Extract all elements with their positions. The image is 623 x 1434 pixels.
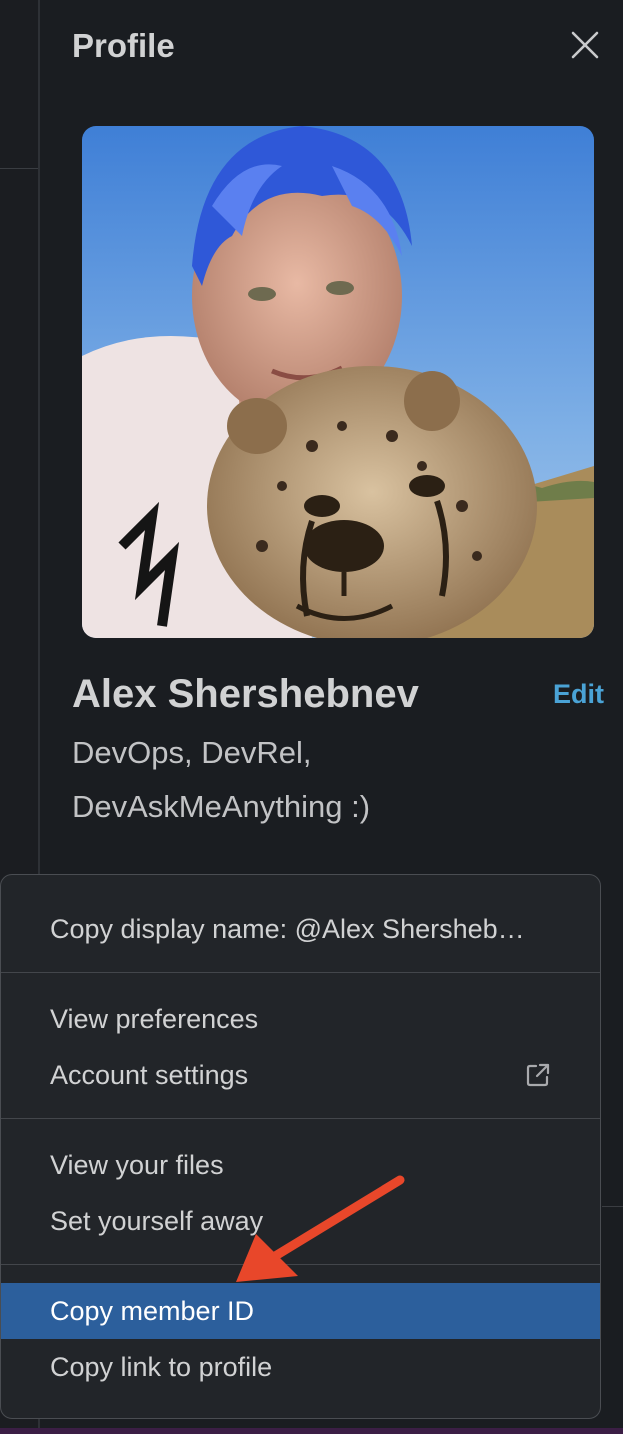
menu-separator xyxy=(1,972,600,973)
profile-title: DevOps, DevRel, DevAskMeAnything :) xyxy=(72,735,371,824)
main-pane-divider xyxy=(0,168,38,169)
menu-separator xyxy=(1,1264,600,1265)
menu-item-copy-display-name[interactable]: Copy display name: @Alex Shersheb… xyxy=(1,901,600,957)
menu-separator xyxy=(1,1118,600,1119)
menu-item-view-preferences[interactable]: View preferences xyxy=(1,991,600,1047)
menu-item-copy-member-id[interactable]: Copy member ID xyxy=(1,1283,600,1339)
profile-more-menu: Copy display name: @Alex Shersheb… View … xyxy=(0,874,601,1419)
menu-item-view-files[interactable]: View your files xyxy=(1,1137,600,1193)
profile-full-name: Alex Shershebnev xyxy=(72,672,419,716)
external-link-icon xyxy=(526,1063,550,1087)
close-icon xyxy=(571,31,599,59)
profile-photo-image xyxy=(82,126,594,638)
edit-profile-link[interactable]: Edit xyxy=(553,676,604,712)
close-button[interactable] xyxy=(566,26,604,64)
panel-title: Profile xyxy=(72,27,175,64)
profile-photo[interactable] xyxy=(82,126,594,638)
menu-item-label: Account settings xyxy=(50,1060,249,1090)
menu-item-set-away[interactable]: Set yourself away xyxy=(1,1193,600,1249)
section-divider xyxy=(602,1206,623,1207)
menu-item-account-settings[interactable]: Account settings xyxy=(1,1047,600,1103)
profile-name-row: Alex Shershebnev Edit xyxy=(72,668,612,720)
menu-item-copy-profile-link[interactable]: Copy link to profile xyxy=(1,1339,600,1395)
app-window: Profile Alex Shershebnev Edit DevOps, De… xyxy=(0,0,623,1434)
bottom-bar xyxy=(0,1428,623,1434)
